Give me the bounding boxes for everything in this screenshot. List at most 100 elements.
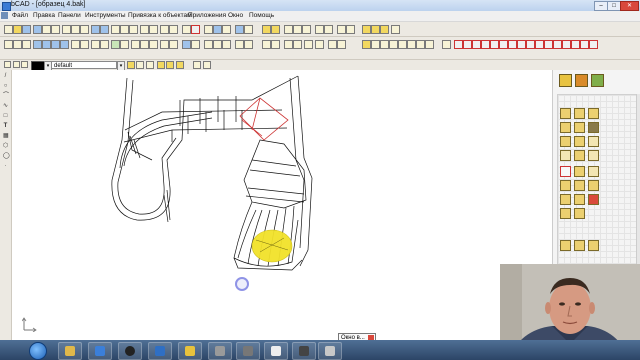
rotate-icon[interactable]	[140, 40, 149, 49]
zoom-all-icon[interactable]	[22, 40, 31, 49]
cut-line-icon[interactable]	[463, 40, 472, 49]
import-icon[interactable]	[574, 194, 585, 205]
text-ab-icon[interactable]	[560, 166, 571, 177]
print-icon[interactable]	[42, 25, 51, 34]
text-icon[interactable]: T	[3, 123, 8, 129]
layer-manager-icon[interactable]	[4, 61, 11, 68]
explode-icon[interactable]	[271, 40, 280, 49]
extrude-icon[interactable]	[182, 40, 191, 49]
joint-icon[interactable]	[544, 40, 553, 49]
module-right-icon[interactable]	[588, 240, 599, 251]
list-icon[interactable]	[203, 61, 211, 69]
wireframe-icon[interactable]	[100, 40, 109, 49]
plinth-icon[interactable]	[580, 40, 589, 49]
media-player-icon[interactable]	[88, 342, 112, 360]
point-icon[interactable]: ·	[3, 163, 8, 169]
shade-icon[interactable]	[91, 40, 100, 49]
arc-icon[interactable]: ⌒	[3, 93, 9, 99]
select-icon[interactable]	[4, 40, 13, 49]
preview-icon[interactable]	[51, 25, 60, 34]
camera-icon[interactable]	[80, 40, 89, 49]
pan-icon[interactable]	[160, 25, 169, 34]
menu-tools[interactable]: Инструменты	[85, 12, 126, 19]
scale-icon[interactable]	[149, 40, 158, 49]
worktop-part-icon[interactable]	[588, 150, 599, 161]
menu-snap[interactable]: Привязка к объектам	[128, 12, 192, 19]
cabinet-icon[interactable]	[362, 40, 371, 49]
insert-block-icon[interactable]	[271, 25, 280, 34]
bevel-icon[interactable]	[535, 40, 544, 49]
library-folder-icon[interactable]	[559, 74, 572, 87]
maximize-button[interactable]: □	[607, 1, 621, 11]
module-mid-icon[interactable]	[574, 240, 585, 251]
export-icon[interactable]	[560, 194, 571, 205]
layer-select[interactable]: default	[51, 61, 117, 69]
view-icon[interactable]	[235, 25, 244, 34]
cabinet-corner-icon[interactable]	[588, 108, 599, 119]
extend-icon[interactable]	[213, 40, 222, 49]
view-side-icon[interactable]	[51, 40, 60, 49]
ungroup-icon[interactable]	[166, 61, 174, 69]
slot-icon[interactable]	[517, 40, 526, 49]
open-folder-icon[interactable]	[13, 25, 22, 34]
hatch-fill-icon[interactable]: ▦	[3, 133, 9, 139]
zoom-window-icon[interactable]	[13, 40, 22, 49]
ellipse-icon[interactable]: ◯	[3, 153, 10, 159]
group-icon[interactable]	[157, 61, 165, 69]
menu-file[interactable]: Файл	[12, 12, 28, 19]
linetype-icon[interactable]	[127, 61, 135, 69]
curve-icon[interactable]	[337, 40, 346, 49]
paint-icon[interactable]	[178, 342, 202, 360]
snap-node-icon[interactable]	[362, 25, 371, 34]
texture-icon[interactable]	[120, 40, 129, 49]
material-icon[interactable]	[111, 40, 120, 49]
bcad-icon[interactable]	[148, 342, 172, 360]
order-icon[interactable]	[574, 208, 585, 219]
snap-quadrant-icon[interactable]	[346, 25, 355, 34]
menu-window[interactable]: Окно	[228, 12, 243, 19]
cabinet-wall-icon[interactable]	[574, 108, 585, 119]
break-icon[interactable]	[244, 40, 253, 49]
view-top-icon[interactable]	[33, 40, 42, 49]
array-icon[interactable]	[169, 40, 178, 49]
view-iso-icon[interactable]	[60, 40, 69, 49]
spec-icon[interactable]	[574, 180, 585, 191]
wmp-icon[interactable]	[118, 342, 142, 360]
view-front-icon[interactable]	[42, 40, 51, 49]
orbit-icon[interactable]	[71, 40, 80, 49]
zoom-in-icon[interactable]	[140, 25, 149, 34]
snap-toggle-icon[interactable]	[391, 25, 400, 34]
ortho-icon[interactable]	[129, 25, 138, 34]
measure-icon[interactable]	[182, 25, 191, 34]
light-icon[interactable]	[213, 25, 222, 34]
hinge-icon[interactable]	[416, 40, 425, 49]
style-icon[interactable]	[146, 61, 154, 69]
label-icon[interactable]	[574, 166, 585, 177]
screw-icon[interactable]	[562, 40, 571, 49]
dimension-icon[interactable]	[284, 25, 293, 34]
snap-nearest-icon[interactable]	[380, 25, 389, 34]
zoom-out-icon[interactable]	[149, 25, 158, 34]
mirror-icon[interactable]	[160, 40, 169, 49]
revolve-icon[interactable]	[191, 40, 200, 49]
worktop-icon[interactable]	[589, 40, 598, 49]
layer-state-icon[interactable]	[13, 61, 20, 68]
dowel-icon[interactable]	[553, 40, 562, 49]
profile-icon[interactable]	[481, 40, 490, 49]
chamfer-icon[interactable]	[235, 40, 244, 49]
capture-icon[interactable]	[208, 342, 232, 360]
copy-icon[interactable]	[71, 25, 80, 34]
lineweight-icon[interactable]	[136, 61, 144, 69]
menu-edit[interactable]: Правка	[33, 12, 55, 19]
connector-icon[interactable]	[571, 40, 580, 49]
cad-icon[interactable]	[318, 342, 342, 360]
menu-apps[interactable]: Приложения	[188, 12, 226, 19]
shelf-unit-icon[interactable]	[574, 122, 585, 133]
cut-icon[interactable]	[62, 25, 71, 34]
door-icon[interactable]	[380, 40, 389, 49]
offset-icon[interactable]	[262, 40, 271, 49]
trim-icon[interactable]	[204, 40, 213, 49]
minimize-button[interactable]: –	[594, 1, 608, 11]
bracket-icon[interactable]	[442, 40, 451, 49]
spline-icon[interactable]: ∿	[3, 103, 8, 109]
